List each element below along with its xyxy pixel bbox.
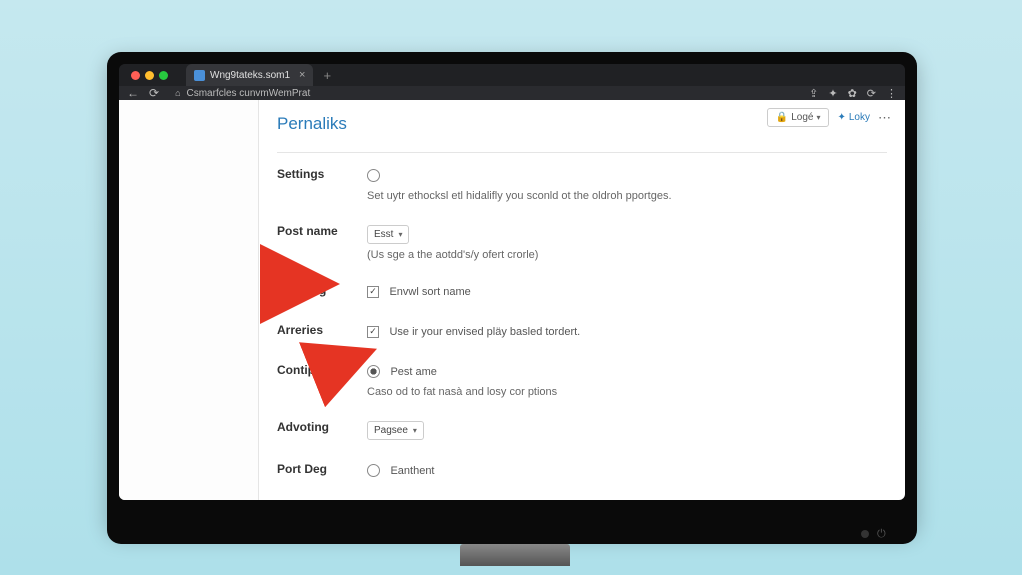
top-action-link[interactable]: ✦ Loky [837,112,870,123]
setting-row-durdling: Durdling ✓ Envwl sort name [277,283,887,301]
durdling-label: Durdling [277,283,367,301]
settings-radio[interactable] [367,169,380,182]
setting-row-contiplus: Contiplus Pest ame Caso od to fat nasà a… [277,363,887,398]
left-sidebar [119,100,259,500]
settings-label: Settings [277,167,367,202]
setting-row-settings: Settings Set uytr ethocksl etl hidalifly… [277,167,887,202]
advoting-label: Advoting [277,420,367,440]
tab-title: Wng9tateks.som1 [210,70,290,81]
advoting-select-value: Pagsee [374,425,408,436]
chevron-down-icon: ▾ [413,426,417,435]
refresh-icon[interactable]: ⟳ [867,87,876,100]
browser-tab[interactable]: Wng9tateks.som1 × [186,64,313,86]
pard-label: Port Deg [277,462,367,480]
pard-radio[interactable] [367,464,380,477]
power-indicator-icon [861,530,869,538]
link-small-icon: ✦ [837,112,845,123]
post-name-select-value: Esst [374,229,393,240]
settings-help-text: Set uytr ethocksl etl hidalifly you scon… [367,190,887,202]
setting-row-post-name: Post name Esst ▾ (Us sge a the aotdd's/y… [277,224,887,261]
url-text: Csmarfcles cunvmWemPrat [187,88,311,99]
chevron-down-icon: ▾ [816,113,820,122]
setting-row-pard: Port Deg Eanthent [277,462,887,480]
post-name-label: Post name [277,224,367,261]
setting-row-arreries: Arreries ✓ Use ir your envised pläy basl… [277,323,887,341]
top-actions: 🔒 Logé ▾ ✦ Loky ⋯ [767,108,891,127]
arreries-checkbox[interactable]: ✓ [367,326,379,338]
monitor-bezel-bottom: ⏻ [107,516,917,544]
toolbar-right: ⇪ ✦ ✿ ⟳ ⋮ [809,87,897,100]
pard-option: Eanthent [390,465,434,477]
arreries-label: Arreries [277,323,367,341]
window-controls [125,71,174,80]
contiplus-label: Contiplus [277,363,367,398]
browser-toolbar: ← ⟳ ⌂ Csmarfcles cunvmWemPrat ⇪ ✦ ✿ ⟳ ⋮ [119,86,905,100]
contiplus-radio[interactable] [367,365,380,378]
main-area: 🔒 Logé ▾ ✦ Loky ⋯ Pernaliks Settings [259,100,905,500]
address-bar[interactable]: ⌂ Csmarfcles cunvmWemPrat [169,88,799,99]
chevron-down-icon: ▾ [398,230,402,239]
power-button-icon: ⏻ [877,528,889,540]
contiplus-option: Pest ame [390,366,436,378]
post-name-help-text: (Us sge a the aotdd's/y ofert crorle) [367,249,887,261]
maximize-window-icon[interactable] [159,71,168,80]
setting-row-advoting: Advoting Pagsee ▾ [277,420,887,440]
contiplus-help-text: Caso od to fat nasà and losy cor ptions [367,386,887,398]
page-content: 🔒 Logé ▾ ✦ Loky ⋯ Pernaliks Settings [119,100,905,500]
tab-close-icon[interactable]: × [299,69,305,81]
monitor-frame: Wng9tateks.som1 × + ← ⟳ ⌂ Csmarfcles cun… [107,52,917,532]
monitor-stand [460,544,570,566]
top-button-label: Logé [791,112,813,123]
post-name-select[interactable]: Esst ▾ [367,225,409,244]
arreries-option: Use ir your envised pläy basled tordert. [389,326,580,338]
advoting-select[interactable]: Pagsee ▾ [367,421,424,440]
durdling-checkbox[interactable]: ✓ [367,286,379,298]
menu-icon[interactable]: ⋮ [886,87,897,100]
lock-small-icon: 🔒 [776,112,788,123]
back-button[interactable]: ← [127,86,139,100]
share-icon[interactable]: ⇪ [809,87,818,100]
minimize-window-icon[interactable] [145,71,154,80]
close-window-icon[interactable] [131,71,140,80]
reload-button[interactable]: ⟳ [149,86,159,100]
top-action-button[interactable]: 🔒 Logé ▾ [767,108,830,127]
top-link-label: Loky [849,112,870,123]
new-tab-button[interactable]: + [323,68,331,83]
durdling-option: Envwl sort name [389,286,470,298]
more-options-icon[interactable]: ⋯ [878,110,891,126]
lock-icon: ⌂ [175,88,180,98]
browser-tab-bar: Wng9tateks.som1 × + [119,64,905,86]
tab-favicon-icon [194,70,205,81]
browser-window: Wng9tateks.som1 × + ← ⟳ ⌂ Csmarfcles cun… [119,64,905,500]
divider [277,152,887,153]
extension-icon[interactable]: ✦ [828,87,837,100]
settings-gear-icon[interactable]: ✿ [848,87,857,100]
